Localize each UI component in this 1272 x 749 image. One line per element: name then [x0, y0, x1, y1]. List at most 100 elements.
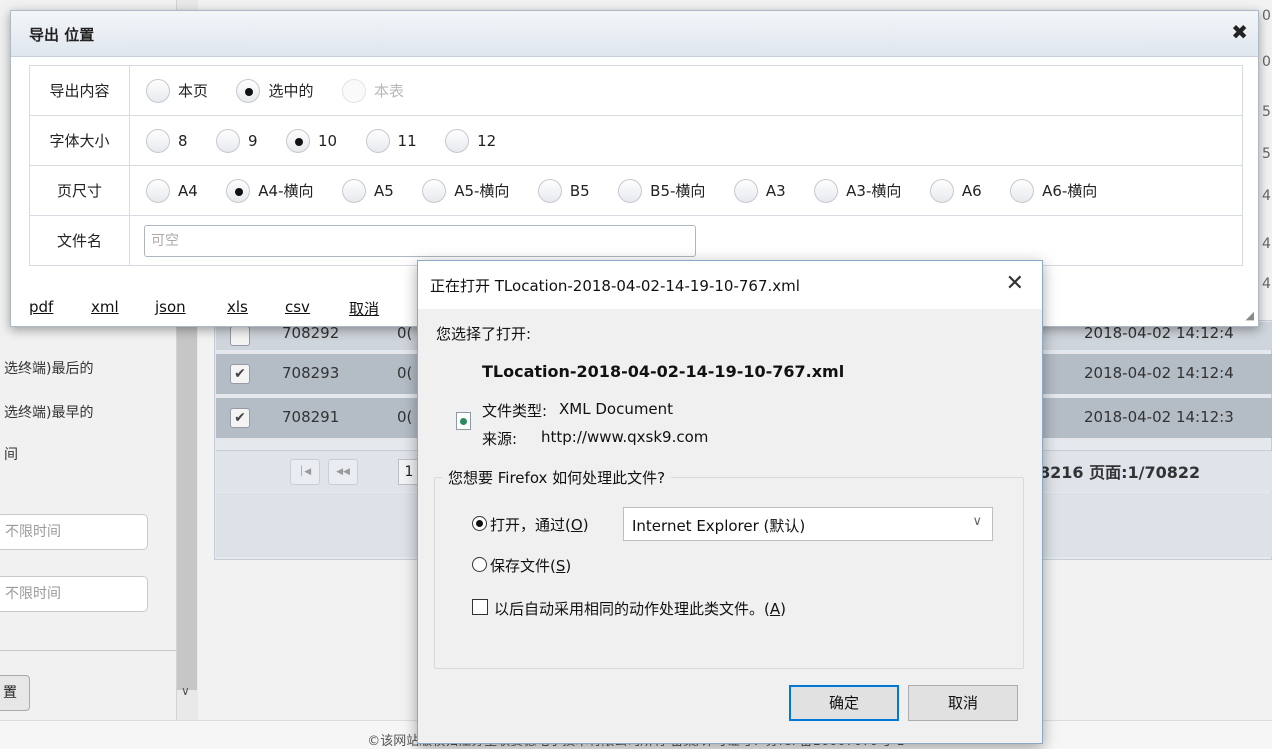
edge-text: 4 [1262, 188, 1271, 204]
auto-action-checkbox[interactable] [472, 599, 488, 615]
export-content-label: 导出内容 [29, 65, 130, 116]
filter-label: 选终端)最早的 [4, 405, 94, 421]
font-size-option-8[interactable]: 8 [146, 128, 188, 153]
radio-button-checked[interactable] [286, 128, 310, 153]
filename-input[interactable]: 可空 [144, 224, 696, 257]
first-page-icon[interactable]: │◀ [290, 459, 320, 485]
edge-text: 4 [1262, 236, 1271, 252]
radio-button[interactable] [618, 178, 643, 203]
radio-button[interactable] [445, 128, 470, 153]
selected-app: Internet Explorer (默认) [632, 517, 806, 535]
export-options-table: 导出内容 本页 选中的 本表 字体大小 8 9 10 11 12 页尺寸 A4 … [29, 65, 1243, 266]
open-with-radio[interactable] [472, 516, 487, 531]
close-icon[interactable]: ✕ [1006, 271, 1024, 296]
page-size-option-a3[interactable]: A3 [733, 178, 786, 203]
row-checkbox[interactable] [230, 326, 250, 346]
radio-button-checked[interactable] [226, 178, 251, 203]
export-json-link[interactable]: json [155, 298, 186, 316]
radio-button[interactable] [929, 178, 954, 203]
font-size-option-9[interactable]: 9 [216, 128, 258, 153]
row-cell: 0( [397, 408, 413, 426]
export-csv-link[interactable]: csv [285, 298, 310, 316]
filter-label: 间 [4, 447, 18, 463]
firefox-open-dialog: 正在打开 TLocation-2018-04-02-14-19-10-767.x… [417, 260, 1043, 744]
radio-button[interactable] [146, 128, 170, 153]
radio-button[interactable] [146, 78, 170, 103]
row-checkbox-checked[interactable]: ✔ [230, 364, 250, 384]
export-dialog-header: 导出 位置 ✖ [11, 11, 1258, 57]
radio-button[interactable] [341, 178, 366, 203]
file-name: TLocation-2018-04-02-14-19-10-767.xml [482, 362, 845, 381]
export-cancel-link[interactable]: 取消 [349, 298, 379, 319]
open-with-label[interactable]: 打开，通过(O) [490, 514, 589, 535]
chosen-open-label: 您选择了打开: [436, 325, 532, 343]
page-size-option-a6-landscape[interactable]: A6-横向 [1010, 178, 1097, 203]
page-size-option-a6[interactable]: A6 [929, 178, 982, 203]
row-checkbox-checked[interactable]: ✔ [230, 408, 250, 428]
settings-button[interactable]: 置 [0, 675, 30, 711]
filename-label: 文件名 [29, 215, 130, 266]
row-date: 2018-04-02 14:12:3 [1084, 408, 1234, 426]
radio-button[interactable] [733, 178, 758, 203]
row-id: 708293 [282, 364, 340, 382]
font-size-label: 字体大小 [29, 115, 130, 166]
edge-text: 4 [1262, 276, 1271, 292]
radio-button-disabled [341, 78, 366, 103]
option-whole-table: 本表 [341, 78, 404, 103]
radio-button[interactable] [216, 128, 240, 153]
font-size-option-10[interactable]: 10 [286, 128, 337, 153]
edge-text: 0 [1262, 54, 1271, 70]
scroll-down-icon[interactable]: ∨ [181, 684, 190, 698]
radio-button-checked[interactable] [236, 78, 261, 103]
page-size-option-a4[interactable]: A4 [146, 178, 198, 203]
cancel-button[interactable]: 取消 [908, 685, 1018, 721]
export-pdf-link[interactable]: pdf [29, 298, 53, 316]
edge-text: 5 [1262, 104, 1271, 120]
chevron-down-icon: ∨ [972, 514, 982, 529]
dialog-titlebar: 正在打开 TLocation-2018-04-02-14-19-10-767.x… [418, 261, 1042, 309]
radio-button[interactable] [814, 178, 839, 203]
radio-button[interactable] [537, 178, 562, 203]
page-size-option-a5-landscape[interactable]: A5-横向 [422, 178, 509, 203]
start-time-field[interactable]: 不限时间 [0, 514, 148, 550]
option-current-page[interactable]: 本页 [146, 78, 208, 103]
row-cell: 0( [397, 364, 413, 382]
pager-info: 8216 页面:1/70822 [1039, 463, 1201, 482]
export-dialog-title: 导出 位置 [29, 26, 95, 44]
page-size-label: 页尺寸 [29, 165, 130, 216]
save-file-label[interactable]: 保存文件(S) [490, 555, 571, 576]
option-selected[interactable]: 选中的 [236, 78, 313, 103]
open-with-app-select[interactable]: Internet Explorer (默认) ∨ [623, 507, 993, 541]
page-size-option-a4-landscape[interactable]: A4-横向 [226, 178, 313, 203]
radio-button[interactable] [422, 178, 447, 203]
dialog-title: 正在打开 TLocation-2018-04-02-14-19-10-767.x… [430, 277, 800, 295]
source-value: http://www.qxsk9.com [541, 428, 709, 446]
close-icon[interactable]: ✖ [1231, 20, 1248, 44]
font-size-option-11[interactable]: 11 [365, 128, 417, 153]
prev-page-icon[interactable]: ◀◀ [328, 459, 358, 485]
page-size-option-a3-landscape[interactable]: A3-横向 [814, 178, 901, 203]
save-file-radio[interactable] [472, 557, 487, 572]
radio-button[interactable] [146, 178, 170, 203]
edge-text: 5 [1262, 146, 1271, 162]
radio-button[interactable] [1010, 178, 1035, 203]
row-id: 708291 [282, 408, 340, 426]
ok-button[interactable]: 确定 [789, 685, 899, 721]
export-xls-link[interactable]: xls [227, 298, 248, 316]
filter-label: 选终端)最后的 [4, 361, 94, 377]
page-size-option-b5-landscape[interactable]: B5-横向 [618, 178, 705, 203]
file-type-value: XML Document [559, 400, 674, 418]
page-size-option-a5[interactable]: A5 [341, 178, 394, 203]
resize-handle-icon[interactable]: ◢ [1246, 309, 1254, 322]
radio-button[interactable] [365, 128, 390, 153]
source-label: 来源: [482, 430, 518, 448]
export-xml-link[interactable]: xml [91, 298, 119, 316]
end-time-field[interactable]: 不限时间 [0, 576, 148, 612]
divider [0, 650, 176, 651]
font-size-option-12[interactable]: 12 [445, 128, 496, 153]
scrollbar-thumb[interactable] [177, 290, 197, 690]
auto-action-label[interactable]: 以后自动采用相同的动作处理此类文件。(A) [494, 598, 786, 619]
edge-text: 0 [1262, 8, 1271, 24]
row-date: 2018-04-02 14:12:4 [1084, 364, 1234, 382]
page-size-option-b5[interactable]: B5 [537, 178, 590, 203]
